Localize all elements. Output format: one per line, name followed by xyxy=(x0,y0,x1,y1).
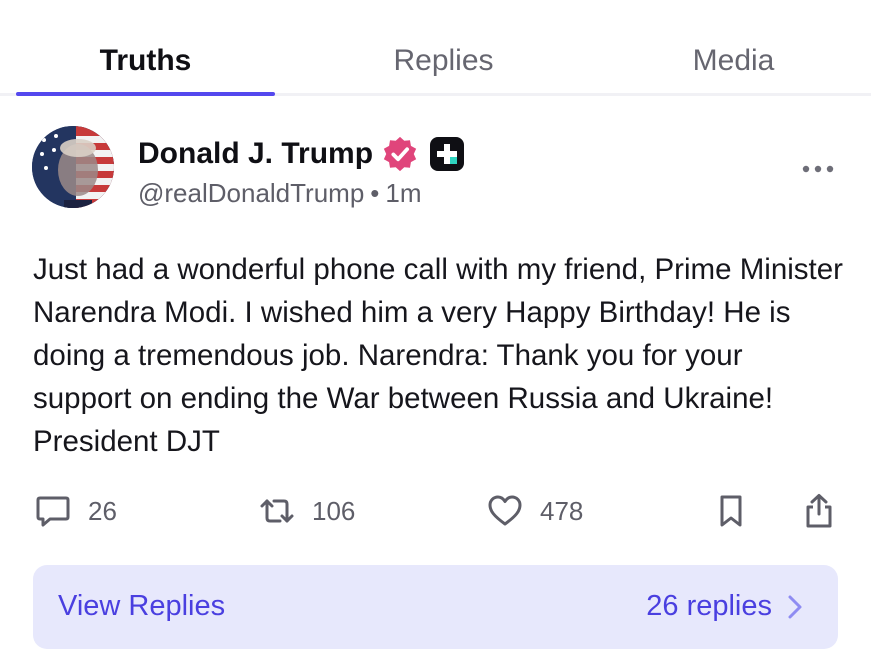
avatar[interactable] xyxy=(32,126,114,208)
post-timestamp: 1m xyxy=(385,178,422,208)
profile-tabs: Truths Replies Media xyxy=(0,0,871,96)
meta-separator: • xyxy=(370,178,380,208)
like-count: 478 xyxy=(540,495,584,526)
view-replies-label: View Replies xyxy=(58,590,226,622)
repost-icon xyxy=(260,499,294,523)
share-button[interactable] xyxy=(800,488,838,534)
more-options-icon[interactable] xyxy=(798,158,838,180)
like-button[interactable]: 478 xyxy=(486,488,583,534)
tab-truths[interactable]: Truths xyxy=(16,44,275,78)
author-display-name[interactable]: Donald J. Trump xyxy=(138,137,373,171)
reply-button[interactable]: 26 xyxy=(34,488,117,534)
author-name-row: Donald J. Trump xyxy=(138,134,465,174)
bookmark-button[interactable] xyxy=(712,488,750,534)
share-icon xyxy=(806,494,832,528)
author-meta: @realDonaldTrump • 1m xyxy=(138,178,422,209)
post-body-text: Just had a wonderful phone call with my … xyxy=(33,253,843,458)
retruth-button[interactable]: 106 xyxy=(258,488,355,534)
verified-badge-icon xyxy=(383,136,417,172)
tab-media[interactable]: Media xyxy=(604,44,863,78)
bookmark-icon xyxy=(720,495,742,527)
author-handle[interactable]: @realDonaldTrump xyxy=(138,178,364,208)
plus-badge-icon xyxy=(430,137,465,171)
heart-icon xyxy=(488,495,522,526)
tab-replies[interactable]: Replies xyxy=(314,44,573,78)
retruth-count: 106 xyxy=(312,495,356,526)
chevron-right-icon xyxy=(788,595,802,619)
comment-icon xyxy=(36,496,70,527)
active-tab-indicator xyxy=(16,92,275,96)
replies-count-label: 26 replies xyxy=(646,590,772,622)
post-actions-bar: 26 106 478 xyxy=(0,488,871,534)
view-replies-button[interactable]: View Replies 26 replies xyxy=(33,565,838,649)
reply-count: 26 xyxy=(88,495,117,526)
